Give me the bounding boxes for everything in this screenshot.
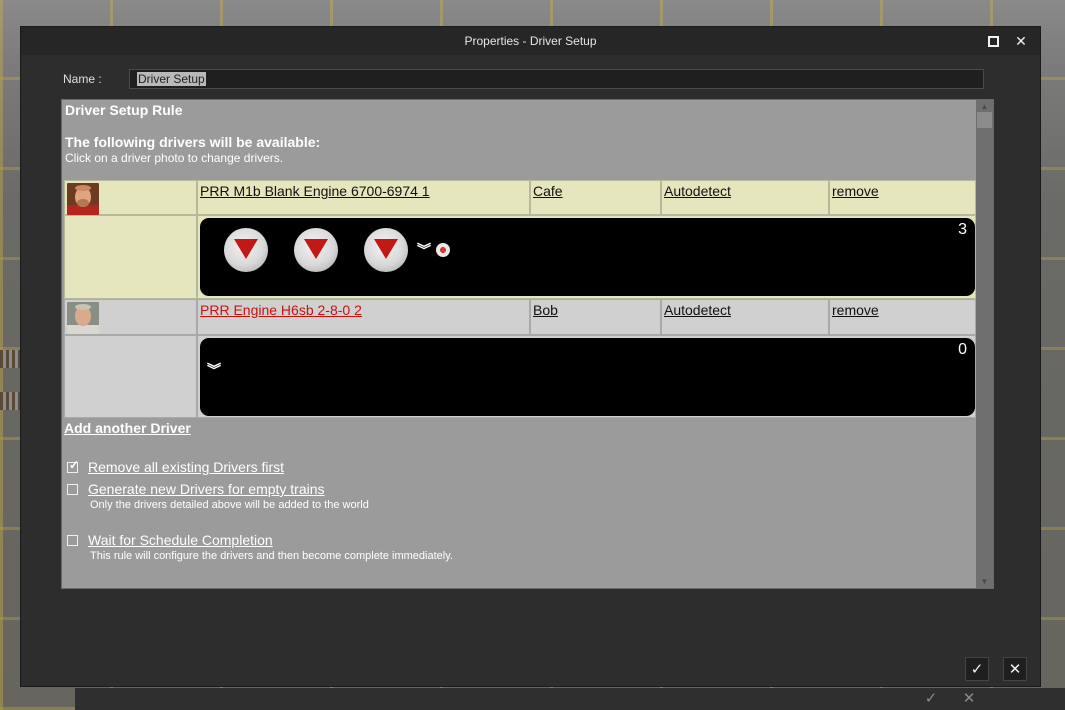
rule-panel: Driver Setup Rule The following drivers … (61, 99, 994, 589)
name-label: Name : (63, 72, 102, 86)
driver-name-link[interactable]: Bob (533, 302, 558, 318)
command-cell: 0 ︾ (197, 335, 976, 418)
ok-button[interactable]: ✓ (965, 657, 989, 681)
background-window-footer: ✓ ✕ (75, 688, 1065, 710)
driver-name-link[interactable]: Cafe (533, 183, 563, 199)
cancel-button[interactable]: ✕ (1003, 657, 1027, 681)
scroll-up-icon[interactable]: ▲ (979, 102, 990, 111)
background-close-icon: ✕ (962, 690, 976, 707)
add-command-icon[interactable] (436, 243, 450, 257)
command-count: 3 (958, 221, 967, 238)
option-checkbox[interactable]: ✓ (67, 458, 79, 473)
scroll-down-icon[interactable]: ▼ (979, 577, 990, 586)
mode-link[interactable]: Autodetect (664, 302, 731, 318)
close-button[interactable]: ✕ (1012, 32, 1030, 50)
maximize-icon (987, 36, 999, 47)
option-description: This rule will configure the drivers and… (90, 550, 453, 562)
checkmark-icon: ✓ (69, 458, 80, 472)
remove-cell: remove (829, 180, 976, 215)
option-label[interactable]: Remove all existing Drivers first (88, 459, 284, 475)
rule-title: Driver Setup Rule (65, 102, 183, 118)
option-label[interactable]: Wait for Schedule Completion (88, 532, 273, 548)
option-checkbox[interactable] (67, 484, 78, 495)
add-driver-link[interactable]: Add another Driver (64, 420, 191, 436)
world-track (0, 350, 22, 368)
train-link[interactable]: PRR M1b Blank Engine 6700-6974 1 (200, 183, 430, 199)
driver-photo[interactable] (67, 183, 99, 215)
dialog-titlebar[interactable]: Properties - Driver Setup ✕ (21, 27, 1040, 55)
driver-photo-cell[interactable] (64, 299, 197, 335)
world-track (0, 392, 22, 410)
driver-photo[interactable] (67, 302, 99, 334)
properties-dialog: Properties - Driver Setup ✕ Name : Drive… (20, 26, 1041, 687)
remove-link[interactable]: remove (832, 183, 879, 199)
option-description: Only the drivers detailed above will be … (90, 499, 369, 511)
remove-link[interactable]: remove (832, 302, 879, 318)
driver-spacer-cell (64, 215, 197, 299)
option-label[interactable]: Generate new Drivers for empty trains (88, 481, 325, 497)
background-checkmark-icon: ✓ (924, 690, 938, 707)
driver-spacer-cell (64, 335, 197, 418)
close-icon: ✕ (1008, 661, 1022, 678)
driver-command-icon[interactable] (294, 228, 338, 272)
dialog-title: Properties - Driver Setup (464, 34, 597, 48)
driver-command-icon[interactable] (364, 228, 408, 272)
checkmark-icon: ✓ (970, 661, 984, 678)
mode-cell: Autodetect (661, 180, 829, 215)
driver-command-icon[interactable] (224, 228, 268, 272)
driver-name-cell: Bob (530, 299, 661, 335)
rule-panel-scrollbar[interactable]: ▲ ▼ (976, 100, 993, 588)
expand-chevron-icon[interactable]: ︾ (207, 363, 221, 377)
remove-cell: remove (829, 299, 976, 335)
train-link[interactable]: PRR Engine H6sb 2-8-0 2 (200, 302, 362, 318)
train-cell: PRR Engine H6sb 2-8-0 2 (197, 299, 530, 335)
driver-name-cell: Cafe (530, 180, 661, 215)
drivers-subheading: Click on a driver photo to change driver… (65, 151, 284, 165)
expand-chevron-icon[interactable]: ︾ (417, 243, 431, 257)
scrollbar-thumb[interactable] (977, 112, 992, 128)
name-input[interactable]: Driver Setup (129, 69, 984, 89)
driver-command-bar[interactable]: 0 ︾ (200, 338, 975, 416)
driver-photo-cell[interactable] (64, 180, 197, 215)
drivers-heading: The following drivers will be available: (65, 134, 321, 150)
train-cell: PRR M1b Blank Engine 6700-6974 1 (197, 180, 530, 215)
mode-cell: Autodetect (661, 299, 829, 335)
close-icon: ✕ (1015, 33, 1027, 49)
driver-command-bar[interactable]: 3 ︾ (200, 218, 975, 296)
command-count: 0 (958, 341, 967, 358)
maximize-button[interactable] (984, 32, 1002, 50)
command-cell: 3 ︾ (197, 215, 976, 299)
option-checkbox[interactable] (67, 535, 78, 546)
mode-link[interactable]: Autodetect (664, 183, 731, 199)
name-input-value: Driver Setup (137, 72, 206, 86)
